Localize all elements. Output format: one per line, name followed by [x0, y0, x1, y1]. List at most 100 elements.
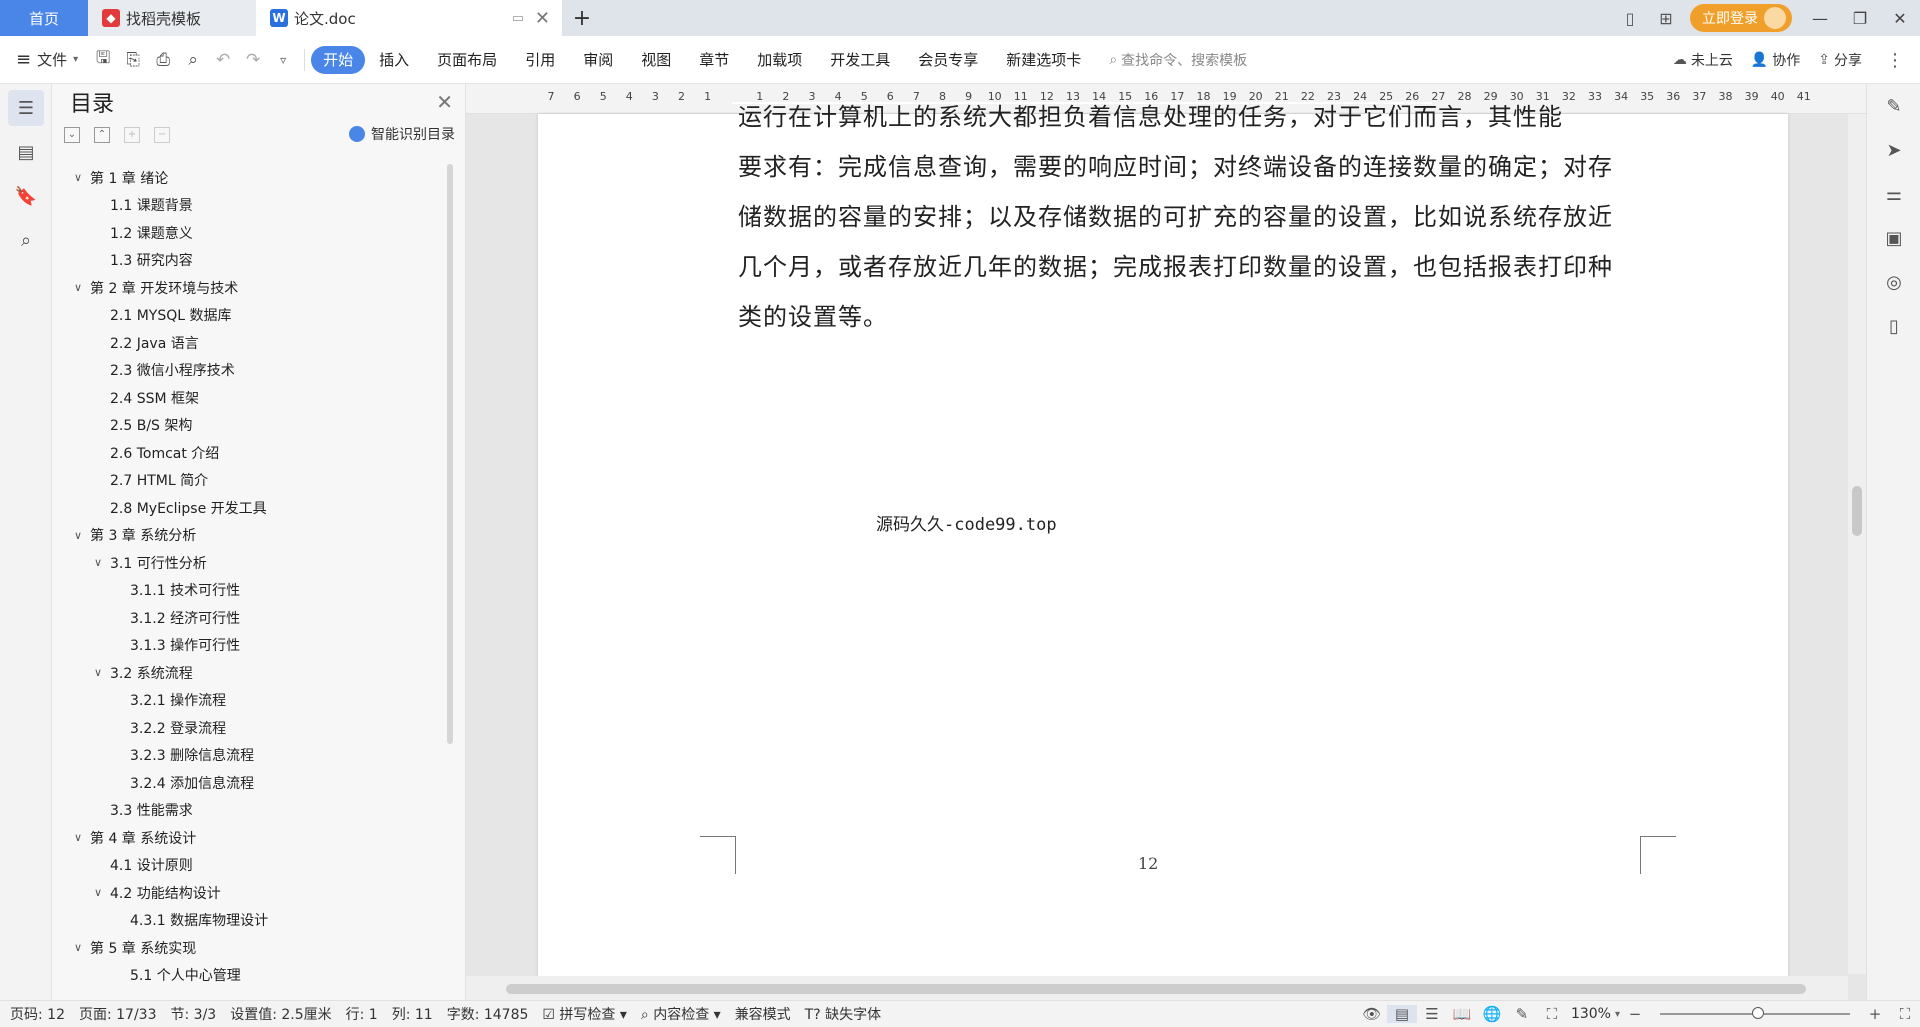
chevron-down-icon[interactable]: ∨: [90, 666, 106, 679]
ribbon-tab-addins[interactable]: 加载项: [743, 49, 816, 70]
command-search[interactable]: ⌕ 查找命令、搜索模板: [1109, 50, 1247, 70]
share-button[interactable]: ⇪ 分享: [1818, 50, 1862, 70]
toc-item[interactable]: ∨ 3.2 系统流程: [52, 659, 442, 687]
print-preview-icon[interactable]: ⌕: [178, 50, 208, 70]
zoom-out-icon[interactable]: −: [1620, 1005, 1650, 1023]
ribbon-tab-home[interactable]: 开始: [311, 45, 366, 74]
toc-item[interactable]: 2.3 微信小程序技术: [52, 357, 442, 385]
spell-check-button[interactable]: ☑ 拼写检查 ▾: [542, 1004, 627, 1024]
toc-item[interactable]: 1.1 课题背景: [52, 192, 442, 220]
select-cursor-icon[interactable]: ➤: [1867, 128, 1920, 172]
login-button[interactable]: 立即登录: [1690, 4, 1792, 32]
status-words[interactable]: 字数: 14785: [447, 1004, 529, 1024]
grid-apps-icon[interactable]: ⊞: [1648, 9, 1684, 28]
tab-home[interactable]: 首页: [0, 0, 88, 36]
new-tab-button[interactable]: +: [562, 0, 602, 36]
chevron-down-icon[interactable]: ∨: [70, 831, 86, 844]
web-view-icon[interactable]: 🌐: [1477, 1005, 1507, 1023]
ribbon-tab-references[interactable]: 引用: [511, 49, 569, 70]
toc-item[interactable]: 2.2 Java 语言: [52, 329, 442, 357]
chevron-down-icon[interactable]: ∨: [70, 529, 86, 542]
ribbon-tab-insert[interactable]: 插入: [365, 49, 423, 70]
toc-scrollbar[interactable]: [447, 164, 453, 744]
pen-icon[interactable]: ✎: [1867, 84, 1920, 128]
toc-item[interactable]: ∨ 第 2 章 开发环境与技术: [52, 274, 442, 302]
add-heading-icon[interactable]: +: [124, 127, 140, 143]
more-icon[interactable]: ⋮: [1886, 50, 1904, 71]
ribbon-tab-member[interactable]: 会员专享: [904, 49, 992, 70]
toc-item[interactable]: ∨ 第 4 章 系统设计: [52, 824, 442, 852]
zoom-slider-knob[interactable]: [1752, 1007, 1764, 1019]
vertical-scrollbar[interactable]: [1848, 114, 1866, 974]
toc-item[interactable]: 2.1 MYSQL 数据库: [52, 302, 442, 330]
zoom-level[interactable]: 130%: [1571, 1006, 1611, 1022]
toc-item[interactable]: ∨ 4.2 功能结构设计: [52, 879, 442, 907]
export-pdf-icon[interactable]: ⎘: [118, 50, 148, 70]
remove-heading-icon[interactable]: −: [154, 127, 170, 143]
chevron-down-icon[interactable]: ∨: [90, 556, 106, 569]
ribbon-tab-section[interactable]: 章节: [685, 49, 743, 70]
bookmark-icon[interactable]: 🔖: [8, 178, 44, 214]
pin-tab-icon[interactable]: ▭: [512, 11, 524, 26]
toc-item[interactable]: 1.2 课题意义: [52, 219, 442, 247]
document-page[interactable]: 运行在计算机上的系统大都担负着信息处理的任务，对于它们而言，其性能 要求有：完成…: [538, 103, 1788, 1000]
toc-item[interactable]: 2.5 B/S 架构: [52, 412, 442, 440]
tab-document[interactable]: W 论文.doc ▭ ✕: [256, 0, 562, 36]
collapse-all-icon[interactable]: ⌄: [64, 127, 80, 143]
toc-item[interactable]: 4.3.1 数据库物理设计: [52, 907, 442, 935]
chevron-down-icon[interactable]: ∨: [70, 171, 86, 184]
toc-item[interactable]: 2.8 MyEclipse 开发工具: [52, 494, 442, 522]
reading-view-icon[interactable]: 📖: [1447, 1005, 1477, 1023]
ribbon-tab-developer[interactable]: 开发工具: [816, 49, 904, 70]
zoom-in-icon[interactable]: +: [1860, 1005, 1890, 1023]
quick-access-more-icon[interactable]: ▿: [268, 53, 298, 67]
toc-item[interactable]: 4.1 设计原则: [52, 852, 442, 880]
save-icon[interactable]: 🖫: [88, 45, 118, 74]
toc-item[interactable]: ∨ 第 3 章 系统分析: [52, 522, 442, 550]
chevron-down-icon[interactable]: ∨: [70, 281, 86, 294]
toc-item[interactable]: 3.2.1 操作流程: [52, 687, 442, 715]
image-tool-icon[interactable]: ▣: [1867, 216, 1920, 260]
ribbon-tab-review[interactable]: 审阅: [569, 49, 627, 70]
expand-all-icon[interactable]: ⌃: [94, 127, 110, 143]
zoom-slider[interactable]: [1660, 1007, 1850, 1019]
status-page-code[interactable]: 页码: 12: [10, 1004, 65, 1024]
content-check-button[interactable]: ⌕ 内容检查 ▾: [641, 1004, 721, 1024]
close-window-icon[interactable]: ✕: [1880, 9, 1920, 28]
page-view-icon[interactable]: ▤: [1386, 1005, 1417, 1023]
restore-icon[interactable]: ❐: [1840, 9, 1880, 28]
chevron-down-icon[interactable]: ∨: [90, 886, 106, 899]
cloud-button[interactable]: ☁ 未上云: [1673, 50, 1733, 70]
missing-font-button[interactable]: T? 缺失字体: [805, 1004, 881, 1024]
compass-icon[interactable]: ◎: [1867, 260, 1920, 304]
horizontal-scrollbar[interactable]: [466, 976, 1848, 1000]
chapter-nav-icon[interactable]: ▤: [8, 134, 44, 170]
redo-icon[interactable]: ↷: [238, 50, 268, 70]
toc-item[interactable]: 3.1.1 技术可行性: [52, 577, 442, 605]
toc-item[interactable]: 2.7 HTML 简介: [52, 467, 442, 495]
write-view-icon[interactable]: ✎: [1507, 1005, 1537, 1023]
toc-item[interactable]: ∨ 第 5 章 系统实现: [52, 934, 442, 962]
minimize-icon[interactable]: —: [1800, 9, 1840, 28]
fit-page-icon[interactable]: ⛶: [1537, 1005, 1567, 1023]
eye-protection-icon[interactable]: 👁: [1357, 1005, 1387, 1023]
adjust-icon[interactable]: ⚌: [1867, 172, 1920, 216]
toc-item[interactable]: 3.1.2 经济可行性: [52, 604, 442, 632]
toc-item[interactable]: 3.2.2 登录流程: [52, 714, 442, 742]
tab-docer-templates[interactable]: ◆ 找稻壳模板: [88, 0, 256, 36]
reader-icon[interactable]: ▯: [1867, 304, 1920, 348]
find-icon[interactable]: ⌕: [8, 222, 44, 258]
toc-item[interactable]: 3.1.3 操作可行性: [52, 632, 442, 660]
toc-item[interactable]: 3.2.4 添加信息流程: [52, 769, 442, 797]
print-icon[interactable]: ⎙: [148, 50, 178, 70]
chevron-down-icon[interactable]: ∨: [70, 941, 86, 954]
toc-icon[interactable]: ☰: [8, 90, 44, 126]
toc-item[interactable]: 1.3 研究内容: [52, 247, 442, 275]
toc-item[interactable]: ∨ 3.1 可行性分析: [52, 549, 442, 577]
outline-view-icon[interactable]: ☰: [1417, 1005, 1447, 1023]
file-menu[interactable]: ≡ 文件 ▾: [0, 49, 88, 70]
ribbon-tab-page-layout[interactable]: 页面布局: [423, 49, 511, 70]
vertical-scroll-thumb[interactable]: [1852, 486, 1862, 536]
toc-item[interactable]: 5.1 个人中心管理: [52, 962, 442, 990]
status-page[interactable]: 页面: 17/33: [79, 1004, 157, 1024]
